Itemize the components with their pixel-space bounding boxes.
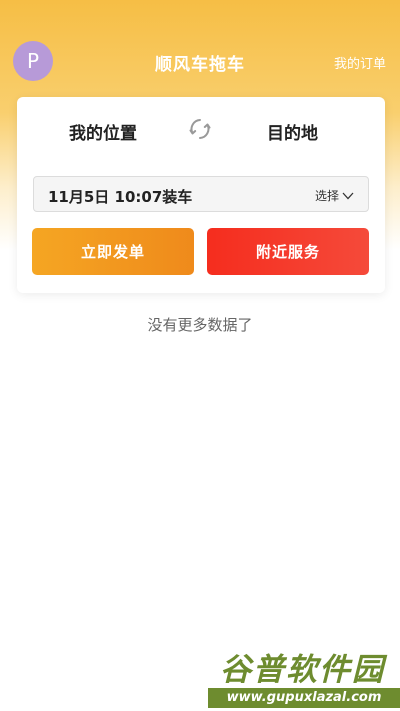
watermark-url: www.gupuxlazal.com xyxy=(208,688,400,708)
order-card: 我的位置 目的地 11月5日 10:07装车 选择 立即发单 附近服务 xyxy=(17,97,385,293)
send-order-button[interactable]: 立即发单 xyxy=(32,228,194,275)
destination-field[interactable]: 目的地 xyxy=(267,119,318,144)
select-label: 选择 xyxy=(314,189,339,203)
watermark: 谷普软件园 www.gupuxlazal.com xyxy=(208,644,400,711)
chevron-down-icon xyxy=(342,192,354,199)
loading-time-selector[interactable]: 11月5日 10:07装车 选择 xyxy=(33,176,369,212)
origin-field[interactable]: 我的位置 xyxy=(69,119,137,144)
my-orders-link[interactable]: 我的订单 xyxy=(334,53,386,72)
select-toggle[interactable]: 选择 xyxy=(315,187,354,204)
nearby-service-button[interactable]: 附近服务 xyxy=(207,228,369,275)
app-header: P 顺风车拖车 我的订单 xyxy=(0,0,400,96)
refresh-swap-icon[interactable] xyxy=(188,117,212,141)
location-row: 我的位置 目的地 xyxy=(17,117,385,144)
no-more-data-text: 没有更多数据了 xyxy=(147,316,253,334)
loading-time: 11月5日 10:07装车 xyxy=(48,188,193,206)
watermark-title: 谷普软件园 xyxy=(220,652,385,688)
